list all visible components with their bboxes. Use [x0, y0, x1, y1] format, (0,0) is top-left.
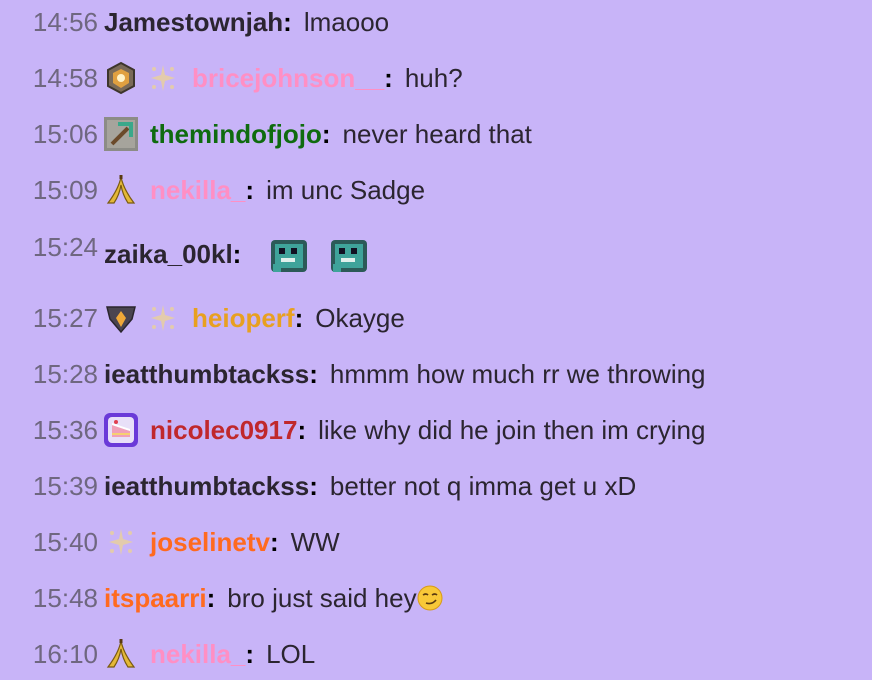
message-timestamp: 15:06 [32, 118, 98, 149]
username[interactable]: nicolec0917 [150, 415, 297, 446]
banana-icon[interactable] [104, 173, 138, 207]
rank-medal-icon[interactable] [104, 61, 138, 95]
username[interactable]: zaika_00kl [104, 239, 233, 270]
chat-message: 14:56 Jamestownjah : lmaooo [0, 2, 872, 42]
message-timestamp: 15:36 [32, 414, 98, 445]
message-text: Okayge [315, 302, 405, 333]
username-colon: : [384, 62, 393, 93]
chat-message: 16:10 nekilla_ : LOL [0, 634, 872, 674]
username-colon: : [309, 358, 318, 389]
username[interactable]: themindofjojo [150, 119, 322, 150]
chat-message: 15:36 nicolec0917 : like why did he join… [0, 410, 872, 450]
smirk-emoji-icon [417, 585, 443, 611]
message-text: WW [290, 526, 340, 557]
username-colon: : [297, 414, 307, 445]
message-text: im unc Sadge [266, 174, 426, 205]
chat-message: 15:27 heioperf : Okayge [0, 298, 872, 338]
message-timestamp: 15:39 [32, 470, 98, 501]
username-colon: : [269, 526, 279, 557]
message-timestamp: 15:24 [32, 232, 98, 262]
chat-message: 15:28 ieatthumbtackss : hmmm how much rr… [0, 354, 872, 394]
message-text: like why did he join then im crying [318, 414, 706, 445]
message-timestamp: 15:40 [32, 526, 98, 557]
sparkle-badge-icon[interactable] [146, 301, 180, 335]
username-colon: : [245, 638, 255, 669]
username-colon: : [294, 302, 304, 333]
username[interactable]: nekilla_ [150, 639, 245, 670]
message-text: LOL [266, 638, 316, 669]
username[interactable]: ieatthumbtackss [104, 359, 309, 390]
message-text: never heard that [342, 118, 532, 149]
message-text: better not q imma get u xD [329, 470, 637, 501]
message-timestamp: 16:10 [32, 638, 98, 669]
username-colon: : [232, 238, 242, 269]
message-timestamp: 15:48 [32, 582, 98, 613]
message-text: lmaooo [303, 6, 390, 37]
chat-message: 15:24 zaika_00kl : [0, 228, 872, 280]
username[interactable]: ieatthumbtackss [104, 471, 309, 502]
message-timestamp: 15:09 [32, 174, 98, 205]
dino-emote-icon[interactable] [329, 234, 369, 274]
message-timestamp: 14:58 [32, 62, 98, 93]
dino-emote-icon[interactable] [269, 234, 309, 274]
username[interactable]: joselinetv [150, 527, 270, 558]
chat-message: 14:58 bricejohnson__ : huh? [0, 58, 872, 98]
message-text: hmmm how much rr we throwing [329, 358, 706, 389]
username[interactable]: heioperf [192, 303, 295, 334]
chat-message: 15:06 themindofjojo : never heard that [0, 114, 872, 154]
chat-message: 15:40 joselinetv : WW [0, 522, 872, 562]
username-colon: : [283, 6, 292, 37]
username-colon: : [321, 118, 331, 149]
message-timestamp: 15:27 [32, 302, 98, 333]
message-timestamp: 14:56 [32, 6, 98, 37]
username-colon: : [245, 174, 255, 205]
chat-log: 14:56 Jamestownjah : lmaooo 14:58 bricej… [0, 0, 872, 680]
rank-shield-icon[interactable] [104, 301, 138, 335]
username[interactable]: Jamestownjah [104, 7, 283, 38]
chat-message: 15:39 ieatthumbtackss : better not q imm… [0, 466, 872, 506]
cake-icon[interactable] [104, 413, 138, 447]
username[interactable]: bricejohnson__ [192, 63, 384, 94]
username-colon: : [309, 470, 318, 501]
username[interactable]: nekilla_ [150, 175, 245, 206]
message-timestamp: 15:28 [32, 358, 98, 389]
sparkle-badge-icon[interactable] [146, 61, 180, 95]
sparkle-badge-icon[interactable] [104, 525, 138, 559]
pickaxe-icon[interactable] [104, 117, 138, 151]
message-text: bro just said hey [227, 582, 417, 613]
username-colon: : [206, 582, 216, 613]
banana-icon[interactable] [104, 637, 138, 671]
chat-message: 15:48 itspaarri : bro just said hey [0, 578, 872, 618]
message-text: huh? [404, 62, 463, 93]
username[interactable]: itspaarri [104, 583, 207, 614]
chat-message: 15:09 nekilla_ : im unc Sadge [0, 170, 872, 210]
